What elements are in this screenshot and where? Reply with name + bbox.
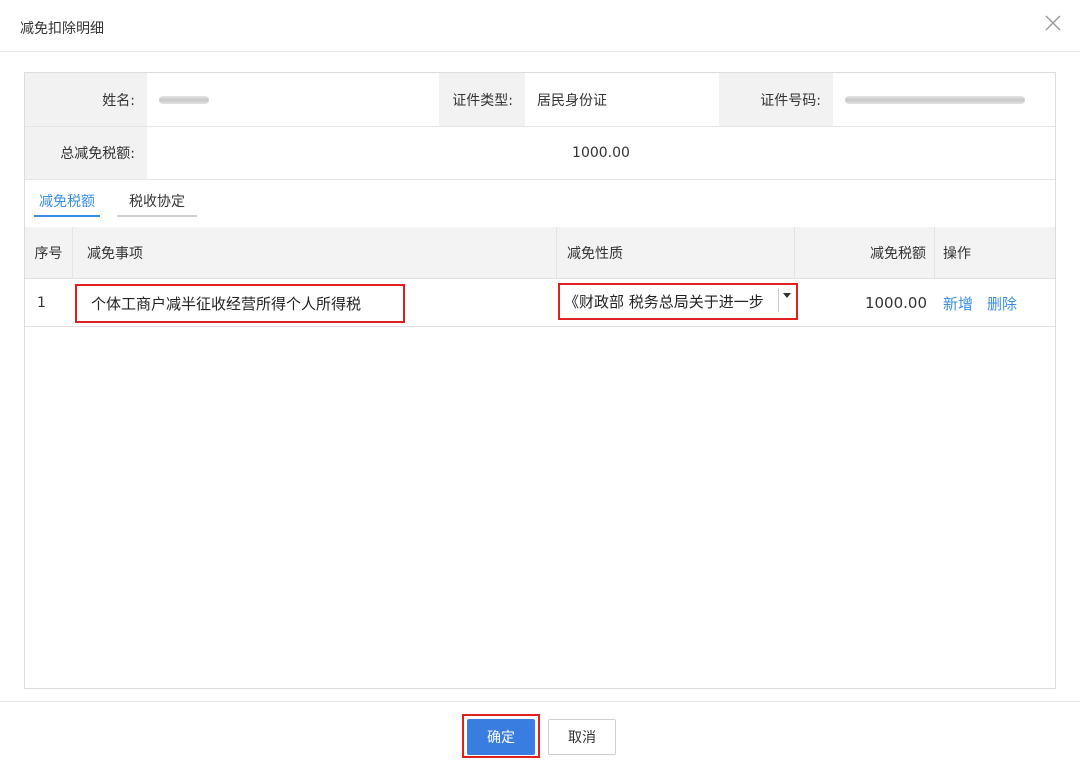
tab-bar: 减免税额 税收协定	[25, 181, 1055, 227]
deduction-item-value: 个体工商户减半征收经营所得个人所得税	[91, 295, 362, 313]
cancel-button[interactable]: 取消	[548, 719, 616, 755]
id-type-value: 居民身份证	[537, 92, 607, 109]
id-number-value	[833, 73, 1055, 126]
header-nature: 减免性质	[557, 227, 795, 279]
confirm-button[interactable]: 确定	[467, 719, 535, 755]
header-item: 减免事项	[73, 227, 557, 279]
id-number-label: 证件号码:	[719, 73, 833, 126]
tab-tax-treaty[interactable]: 税收协定	[117, 191, 197, 217]
name-label: 姓名:	[25, 73, 147, 126]
table-row: 1 个体工商户减半征收经营所得个人所得税 《财政部 税务总局关于进一步 1000…	[25, 279, 1055, 327]
total-label: 总减免税额:	[25, 127, 147, 179]
delete-row-link[interactable]: 删除	[987, 293, 1017, 314]
row-amount: 1000.00	[864, 294, 927, 312]
total-value: 1000.00	[572, 145, 630, 161]
redacted-id-number	[845, 95, 1025, 104]
header-action: 操作	[943, 246, 971, 262]
info-row-identity: 姓名: 证件类型: 居民身份证 证件号码:	[25, 73, 1055, 127]
id-type-label: 证件类型:	[439, 73, 525, 126]
add-row-link[interactable]: 新增	[943, 293, 973, 314]
header-amount: 减免税额	[795, 227, 935, 279]
deduction-nature-select[interactable]: 《财政部 税务总局关于进一步	[558, 283, 798, 320]
name-value	[147, 73, 439, 126]
deduction-item-input[interactable]: 个体工商户减半征收经营所得个人所得税	[75, 284, 405, 323]
info-row-total: 总减免税额: 1000.00	[25, 127, 1055, 180]
dialog-footer: 确定 取消	[0, 701, 1080, 766]
row-actions: 新增 删除	[943, 279, 1055, 327]
dialog-body: 姓名: 证件类型: 居民身份证 证件号码: 总减免税额: 1000.00 减免税…	[24, 72, 1056, 689]
dialog-header: 减免扣除明细	[0, 0, 1080, 52]
redacted-name	[159, 95, 209, 104]
dropdown-arrow-icon[interactable]	[778, 288, 794, 312]
row-seq: 1	[37, 295, 46, 311]
header-seq: 序号	[25, 227, 73, 279]
dialog-title: 减免扣除明细	[20, 21, 104, 37]
deduction-detail-dialog: 减免扣除明细 姓名: 证件类型: 居民身份证 证件号码: 总减免税额: 1000…	[0, 0, 1080, 766]
tab-deduction-amount[interactable]: 减免税额	[34, 191, 100, 217]
close-icon[interactable]	[1042, 12, 1064, 34]
grid-header: 序号 减免事项 减免性质 减免税额 操作	[25, 227, 1055, 279]
deduction-nature-value: 《财政部 税务总局关于进一步	[564, 293, 764, 311]
